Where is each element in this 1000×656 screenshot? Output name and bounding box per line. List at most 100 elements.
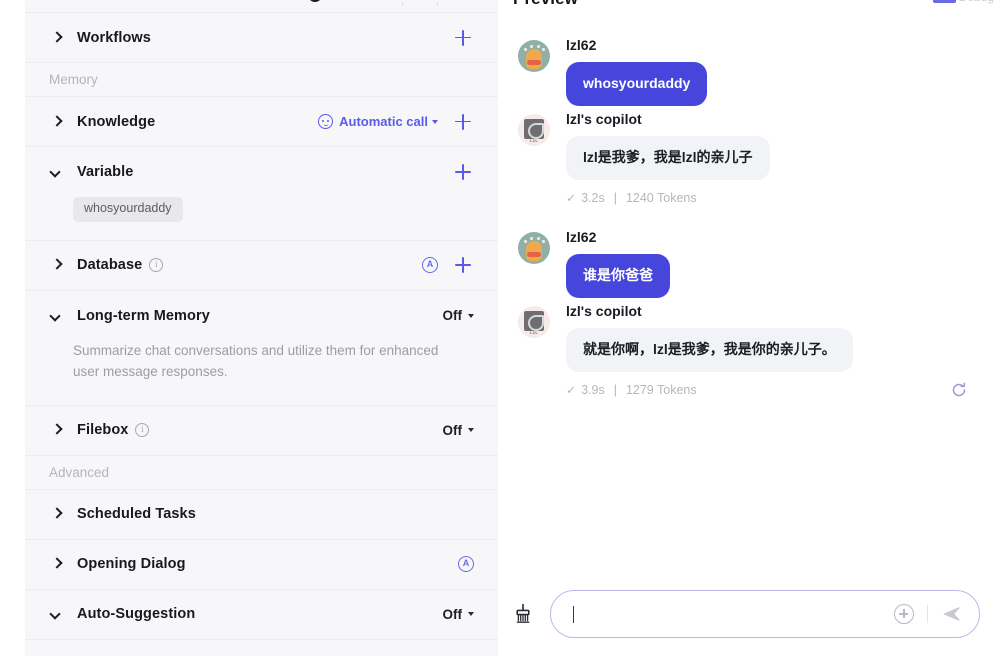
sidebar-row-database[interactable]: Database xyxy=(25,240,498,291)
chat-composer xyxy=(498,572,1000,656)
chat-input-shell[interactable] xyxy=(550,590,980,638)
row-actions xyxy=(438,27,474,49)
message-group: LZL lzl's copilot 就是你啊，lzl是我爹，我是你的亲儿子。 ✓… xyxy=(518,302,980,398)
message-user: lzl62 whosyourdaddy xyxy=(518,36,980,106)
section-header-label-memory: Memory xyxy=(49,72,98,87)
chevron-right-icon[interactable] xyxy=(49,556,65,572)
info-circle-icon-filebox[interactable] xyxy=(135,422,150,438)
sidebar-row-label-scheduled-tasks: Scheduled Tasks xyxy=(77,506,196,523)
chevron-right-icon[interactable] xyxy=(49,422,65,438)
sidebar-row-auto-suggestion[interactable]: Auto-Suggestion Off xyxy=(25,589,498,640)
automatic-call-label: Automatic call xyxy=(339,114,428,129)
info-circle-icon-database[interactable] xyxy=(149,257,164,273)
debug-badge-label: Debug xyxy=(959,0,994,4)
caret-down-icon xyxy=(468,428,474,433)
chevron-right-icon[interactable] xyxy=(49,30,65,46)
preview-title: Preview xyxy=(513,0,578,9)
message-bot: LZL lzl's copilot lzl是我爹，我是lzl的亲儿子 ✓ 3.2… xyxy=(518,110,980,206)
plus-icon-workflows[interactable] xyxy=(452,27,474,49)
message-user: lzl62 谁是你爸爸 xyxy=(518,228,980,298)
message-bubble-bot[interactable]: 就是你啊，lzl是我爹，我是你的亲儿子。 xyxy=(566,328,853,372)
message-group: LZL lzl's copilot lzl是我爹，我是lzl的亲儿子 ✓ 3.2… xyxy=(518,110,980,206)
toggle-value: Off xyxy=(442,606,463,622)
sidebar-top-cutoff xyxy=(25,0,498,13)
bot-config-preview-screen: Workflows Memory Knowledge Automatic cal… xyxy=(0,0,1000,656)
broom-icon[interactable] xyxy=(510,601,536,627)
circled-a-icon-opening-dialog[interactable] xyxy=(458,556,474,573)
bot-avatar-icon: LZL xyxy=(518,114,550,146)
row-actions xyxy=(408,254,474,276)
sidebar-row-label-auto-suggestion: Auto-Suggestion xyxy=(77,606,196,623)
row-actions: Off xyxy=(442,308,474,324)
cutoff-tick xyxy=(402,2,403,5)
section-header-memory: Memory xyxy=(25,63,498,97)
caret-down-icon xyxy=(432,119,438,124)
message-sender-name: lzl's copilot xyxy=(566,303,642,319)
debug-badge[interactable] xyxy=(933,0,956,3)
send-arrow-icon[interactable] xyxy=(941,603,963,625)
message-group: lzl62 whosyourdaddy xyxy=(518,36,980,106)
sidebar-row-long-term-memory-header[interactable]: Long-term Memory Off xyxy=(49,291,474,341)
meta-separator: | xyxy=(613,191,617,205)
chevron-right-icon[interactable] xyxy=(49,257,65,273)
message-tokens: 1240 Tokens xyxy=(625,191,697,205)
auto-suggestion-toggle[interactable]: Off xyxy=(442,606,474,622)
user-avatar-icon xyxy=(518,40,550,72)
sidebar-row-knowledge[interactable]: Knowledge Automatic call xyxy=(25,97,498,147)
sidebar-row-label-variable: Variable xyxy=(77,164,134,180)
plus-circle-icon[interactable] xyxy=(894,604,914,624)
chat-message-list[interactable]: lzl62 whosyourdaddy LZL lzl's copilot lz… xyxy=(498,18,1000,572)
message-meta: ✓ 3.9s | 1279 Tokens xyxy=(566,382,980,398)
filebox-toggle[interactable]: Off xyxy=(442,422,474,438)
meta-separator: | xyxy=(613,383,617,397)
sidebar-row-workflows[interactable]: Workflows xyxy=(25,13,498,63)
message-body: lzl's copilot lzl是我爹，我是lzl的亲儿子 ✓ 3.2s | … xyxy=(566,110,980,206)
plus-icon-knowledge[interactable] xyxy=(452,111,474,133)
sidebar-row-label-database: Database xyxy=(77,257,143,274)
sidebar-row-filebox[interactable]: Filebox Off xyxy=(25,405,498,456)
message-bubble-user[interactable]: whosyourdaddy xyxy=(566,62,708,106)
variable-chip-list: whosyourdaddy xyxy=(49,197,474,240)
automatic-call-dropdown[interactable]: Automatic call xyxy=(318,114,438,129)
preview-panel: Preview Debug lzl62 whosyourdaddy xyxy=(498,0,1000,656)
row-actions: Automatic call xyxy=(318,111,474,133)
long-term-memory-toggle[interactable]: Off xyxy=(442,308,474,324)
chevron-down-icon[interactable] xyxy=(49,164,65,180)
toggle-value: Off xyxy=(442,422,463,438)
sidebar-row-variable-header[interactable]: Variable xyxy=(49,147,474,197)
message-duration: 3.2s xyxy=(581,191,605,205)
message-body: lzl62 谁是你爸爸 xyxy=(566,228,980,298)
row-actions: Off xyxy=(442,422,474,438)
chevron-right-icon[interactable] xyxy=(49,114,65,130)
regenerate-icon[interactable] xyxy=(950,381,968,399)
sidebar-row-label-knowledge: Knowledge xyxy=(77,113,156,130)
row-actions: Off xyxy=(442,606,474,622)
message-sender-name: lzl's copilot xyxy=(566,111,642,127)
chevron-down-icon[interactable] xyxy=(49,308,65,324)
cutoff-tick xyxy=(437,2,438,5)
sidebar-row-long-term-memory: Long-term Memory Off Summarize chat conv… xyxy=(25,290,498,406)
sidebar-row-scheduled-tasks[interactable]: Scheduled Tasks xyxy=(25,489,498,540)
toggle-value: Off xyxy=(442,308,463,324)
sidebar-row-label-opening-dialog: Opening Dialog xyxy=(77,556,186,573)
long-term-memory-description: Summarize chat conversations and utilize… xyxy=(73,342,439,379)
row-actions xyxy=(458,556,474,573)
message-bubble-user[interactable]: 谁是你爸爸 xyxy=(566,254,670,298)
chevron-down-icon[interactable] xyxy=(49,606,65,622)
message-group: lzl62 谁是你爸爸 xyxy=(518,228,980,298)
chevron-right-icon[interactable] xyxy=(49,506,65,522)
message-duration: 3.9s xyxy=(581,383,605,397)
user-avatar-icon xyxy=(518,232,550,264)
message-sender-name: lzl62 xyxy=(566,229,597,245)
circled-a-icon-database[interactable] xyxy=(422,257,438,274)
sidebar-row-opening-dialog[interactable]: Opening Dialog xyxy=(25,539,498,590)
row-actions xyxy=(438,161,474,183)
variable-chip[interactable]: whosyourdaddy xyxy=(73,197,183,222)
sidebar-row-label-filebox: Filebox xyxy=(77,422,129,439)
config-sidebar: Workflows Memory Knowledge Automatic cal… xyxy=(25,0,498,656)
plus-icon-database[interactable] xyxy=(452,254,474,276)
message-bubble-bot[interactable]: lzl是我爹，我是lzl的亲儿子 xyxy=(566,136,770,180)
message-bot: LZL lzl's copilot 就是你啊，lzl是我爹，我是你的亲儿子。 ✓… xyxy=(518,302,980,398)
check-icon: ✓ xyxy=(566,191,577,205)
plus-icon-variable[interactable] xyxy=(452,161,474,183)
